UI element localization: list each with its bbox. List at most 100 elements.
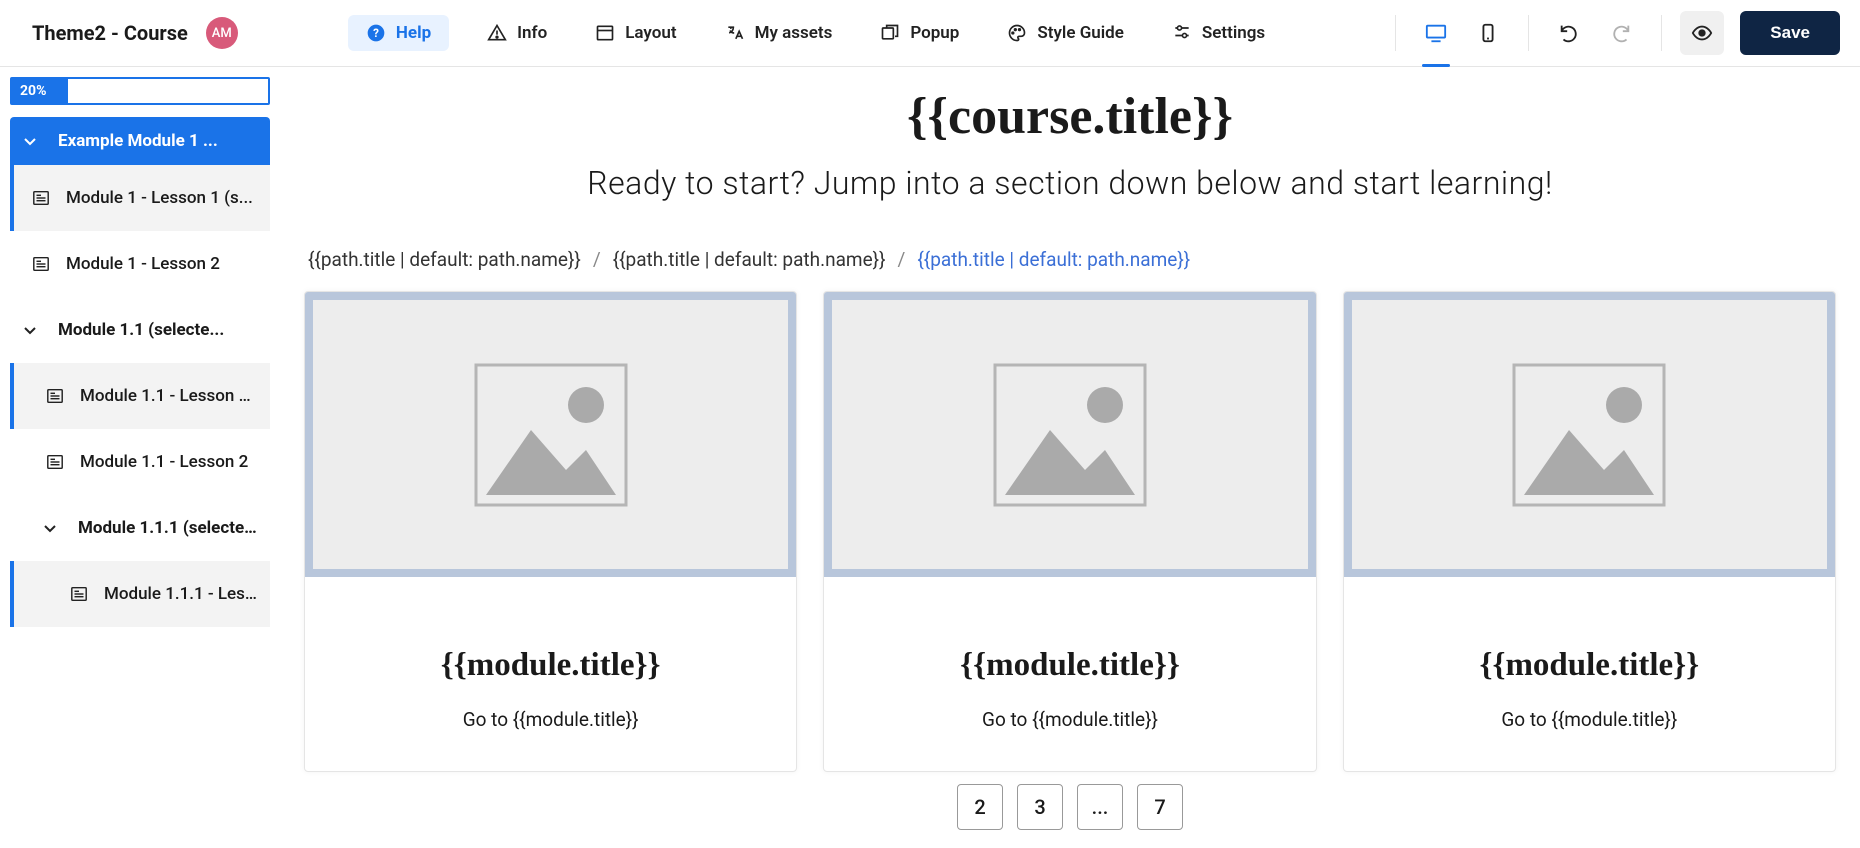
settings-label: Settings [1202,23,1265,43]
lesson-item[interactable]: Module 1.1 - Lesson 1... [10,363,270,429]
palette-icon [1007,23,1027,43]
body: 20% Example Module 1 ... Module 1 - Less… [0,67,1860,848]
module-header-label: Example Module 1 ... [58,131,218,151]
course-sidebar: 20% Example Module 1 ... Module 1 - Less… [0,67,280,848]
assets-label: My assets [755,23,833,43]
popup-button[interactable]: Popup [870,17,969,49]
page-button[interactable]: 2 [957,784,1003,830]
lesson-label: Module 1.1 - Lesson 2 [80,452,258,472]
lesson-item[interactable]: Module 1 - Lesson 2 [10,231,270,297]
breadcrumb: {{path.title | default: path.name}} / {{… [308,248,1836,271]
svg-text:?: ? [373,26,379,40]
submodule-label: Module 1.1.1 (selecte... [78,518,258,538]
breadcrumb-segment-current: {{path.title | default: path.name}} [917,248,1190,271]
redo-button[interactable] [1599,11,1643,55]
breadcrumb-sep: / [593,248,601,271]
lesson-label: Module 1.1.1 - Les... [104,584,258,604]
image-placeholder-icon [1509,360,1669,510]
progress-label: 20% [12,79,68,103]
card-body: {{module.title}} Go to {{module.title}} [305,577,796,771]
warning-triangle-icon [487,23,507,43]
avatar[interactable]: AM [206,17,238,49]
layout-label: Layout [625,23,676,43]
preview-button[interactable] [1680,11,1724,55]
popup-icon [880,23,900,43]
undo-icon [1558,22,1580,44]
eye-icon [1691,22,1713,44]
redo-icon [1610,22,1632,44]
lesson-icon [32,255,50,273]
popup-label: Popup [910,23,959,43]
help-circle-icon: ? [366,23,386,43]
lesson-item[interactable]: Module 1 - Lesson 1 (s... [10,165,270,231]
lesson-icon [46,453,64,471]
lesson-label: Module 1 - Lesson 2 [66,254,258,274]
lesson-label: Module 1 - Lesson 1 (s... [66,188,258,208]
course-subtitle: Ready to start? Jump into a section down… [304,164,1836,202]
progress-bar: 20% [10,77,270,105]
chevron-down-icon [42,520,58,536]
lesson-item[interactable]: Module 1.1.1 - Les... [10,561,270,627]
card-image-placeholder [824,292,1315,577]
divider [1528,15,1529,51]
card-title: {{module.title}} [325,647,776,684]
header-right: Save [1385,11,1840,55]
lesson-label: Module 1.1 - Lesson 1... [80,386,258,406]
undo-button[interactable] [1547,11,1591,55]
layout-button[interactable]: Layout [585,17,686,49]
page-ellipsis[interactable]: ... [1077,784,1123,830]
lesson-item[interactable]: Module 1.1 - Lesson 2 [10,429,270,495]
module-header[interactable]: Example Module 1 ... [10,117,270,165]
pagination: 2 3 ... 7 [304,784,1836,830]
divider [1395,15,1396,51]
submodule-header[interactable]: Module 1.1.1 (selecte... [10,495,270,561]
submodule-label: Module 1.1 (selecte... [58,320,258,340]
style-guide-button[interactable]: Style Guide [997,17,1134,49]
breadcrumb-segment[interactable]: {{path.title | default: path.name}} [613,248,886,271]
help-label: Help [396,23,431,43]
mobile-icon [1477,22,1499,44]
card-link[interactable]: Go to {{module.title}} [325,708,776,731]
page-button[interactable]: 7 [1137,784,1183,830]
page-button[interactable]: 3 [1017,784,1063,830]
lesson-icon [46,387,64,405]
breadcrumb-segment[interactable]: {{path.title | default: path.name}} [308,248,581,271]
course-title: {{course.title}} [304,87,1836,146]
assets-button[interactable]: My assets [715,17,843,49]
settings-button[interactable]: Settings [1162,17,1275,49]
page-title: Theme2 - Course [32,21,188,45]
main-canvas: {{course.title}} Ready to start? Jump in… [280,67,1860,848]
gear-icon [1172,23,1192,43]
module-card[interactable]: {{module.title}} Go to {{module.title}} [304,291,797,772]
module-card[interactable]: {{module.title}} Go to {{module.title}} [823,291,1316,772]
toolbar: ? Help Info Layout My assets Popup Style… [258,15,1366,51]
info-label: Info [517,23,547,43]
card-title: {{module.title}} [1364,647,1815,684]
help-button[interactable]: ? Help [348,15,449,51]
mobile-view-button[interactable] [1466,11,1510,55]
layout-icon [595,23,615,43]
translate-icon [725,23,745,43]
card-image-placeholder [1344,292,1835,577]
module-card[interactable]: {{module.title}} Go to {{module.title}} [1343,291,1836,772]
chevron-down-icon [22,133,38,149]
chevron-down-icon [22,322,38,338]
card-image-placeholder [305,292,796,577]
lesson-icon [32,189,50,207]
image-placeholder-icon [471,360,631,510]
style-label: Style Guide [1037,23,1124,43]
lesson-icon [70,585,88,603]
header-left: Theme2 - Course AM [32,17,238,49]
desktop-view-button[interactable] [1414,11,1458,55]
info-button[interactable]: Info [477,17,557,49]
image-placeholder-icon [990,360,1150,510]
breadcrumb-sep: / [898,248,906,271]
card-body: {{module.title}} Go to {{module.title}} [824,577,1315,771]
submodule-header[interactable]: Module 1.1 (selecte... [10,297,270,363]
card-link[interactable]: Go to {{module.title}} [844,708,1295,731]
card-link[interactable]: Go to {{module.title}} [1364,708,1815,731]
desktop-icon [1425,22,1447,44]
card-body: {{module.title}} Go to {{module.title}} [1344,577,1835,771]
save-button[interactable]: Save [1740,11,1840,55]
divider [1661,15,1662,51]
